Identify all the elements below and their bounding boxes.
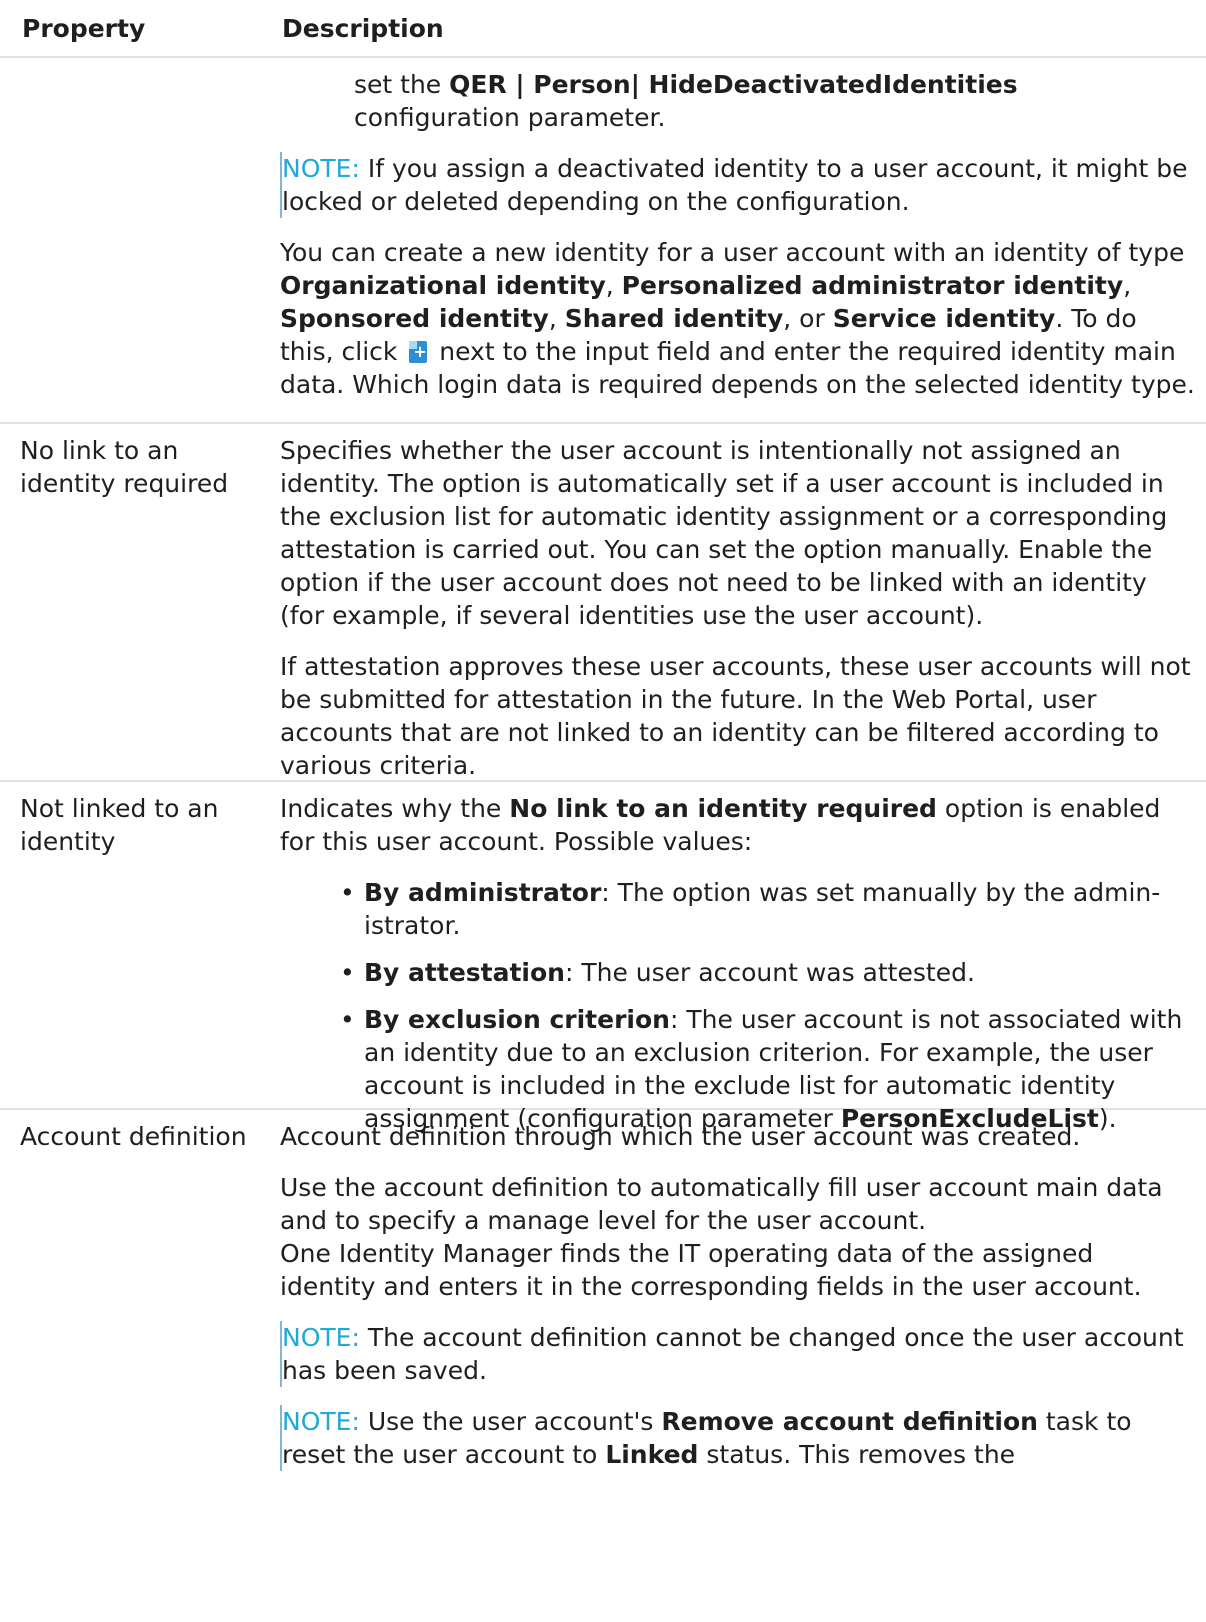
- property-cell: Account definition: [20, 1122, 247, 1151]
- list-item: By administrator: The option was set man…: [332, 876, 1195, 942]
- paragraph: Specifies whether the user account is in…: [280, 436, 1168, 630]
- header-property: Property: [22, 14, 146, 43]
- config-parameter: QER | Person| HideDeactivatedIdentities: [449, 70, 1018, 99]
- status-name: Linked: [605, 1440, 699, 1469]
- text: ,: [548, 304, 565, 333]
- table-row: set the QER | Person| HideDeactivatedIde…: [0, 58, 1206, 424]
- note: NOTE: Use the user account's Remove acco…: [280, 1405, 1195, 1471]
- value-text: : The user account was attested.: [564, 958, 975, 987]
- text: You can create a new identity for a user…: [280, 238, 1185, 267]
- text: ,: [1123, 271, 1132, 300]
- value-name: By attestation: [364, 958, 565, 987]
- note-text: status. This removes the: [698, 1440, 1016, 1469]
- paragraph: Account definition through which the use…: [280, 1122, 1081, 1151]
- note-label: NOTE:: [282, 154, 360, 183]
- task-name: Remove account definition: [661, 1407, 1038, 1436]
- identity-type: Personalized administrator identity: [621, 271, 1124, 300]
- paragraph: If attestation approves these user accou…: [280, 652, 1191, 780]
- add-identity-icon: [409, 341, 428, 363]
- note-text: Use the user account's: [359, 1407, 662, 1436]
- paragraph: Use the account definition to automatica…: [280, 1171, 1195, 1303]
- note-label: NOTE:: [282, 1323, 360, 1352]
- text: set the: [354, 70, 450, 99]
- description-cell: set the QER | Person| HideDeactivatedIde…: [280, 68, 1195, 401]
- text: , or: [783, 304, 833, 333]
- text: configuration parameter.: [354, 103, 666, 132]
- value-name: By exclusion criterion: [364, 1005, 670, 1034]
- text: ,: [605, 271, 622, 300]
- continued-paragraph: set the QER | Person| HideDeactivatedIde…: [280, 68, 1195, 134]
- list-item: By attestation: The user account was att…: [332, 956, 1195, 989]
- table-row: No link to an identity required Specifie…: [0, 424, 1206, 782]
- table-header: Property Description: [0, 0, 1206, 58]
- text: One Identity Manager finds the IT operat…: [280, 1239, 1142, 1301]
- identity-type: Service identity: [832, 304, 1056, 333]
- text: Use the account definition to automatica…: [280, 1173, 1163, 1235]
- value-name: By administrator: [364, 878, 602, 907]
- note: NOTE: The account definition cannot be c…: [280, 1321, 1195, 1387]
- table-row: Not linked to an identity Indicates why …: [0, 782, 1206, 1133]
- identity-type: Shared identity: [564, 304, 784, 333]
- option-name: No link to an identity required: [509, 794, 937, 823]
- identity-type: Sponsored identity: [280, 304, 549, 333]
- table-row: Account definition Account definition th…: [0, 1110, 1206, 1622]
- note: NOTE: If you assign a deactivated identi…: [280, 152, 1195, 218]
- description-cell: Account definition through which the use…: [280, 1120, 1195, 1471]
- description-cell: Indicates why the No link to an identity…: [280, 792, 1195, 1135]
- paragraph: You can create a new identity for a user…: [280, 236, 1195, 401]
- paragraph: Indicates why the No link to an identity…: [280, 792, 1195, 858]
- note-text: The account definition cannot be changed…: [282, 1323, 1184, 1385]
- header-description: Description: [282, 14, 444, 43]
- property-cell: Not linked to an identity: [20, 794, 219, 856]
- note-text: If you assign a deactivated identity to …: [282, 154, 1188, 216]
- text: Indicates why the: [280, 794, 510, 823]
- note-label: NOTE:: [282, 1407, 360, 1436]
- values-list: By administrator: The option was set man…: [280, 876, 1195, 1135]
- description-cell: Specifies whether the user account is in…: [280, 434, 1195, 782]
- identity-type: Organizational identity: [280, 271, 606, 300]
- property-cell: No link to an identity required: [20, 436, 229, 498]
